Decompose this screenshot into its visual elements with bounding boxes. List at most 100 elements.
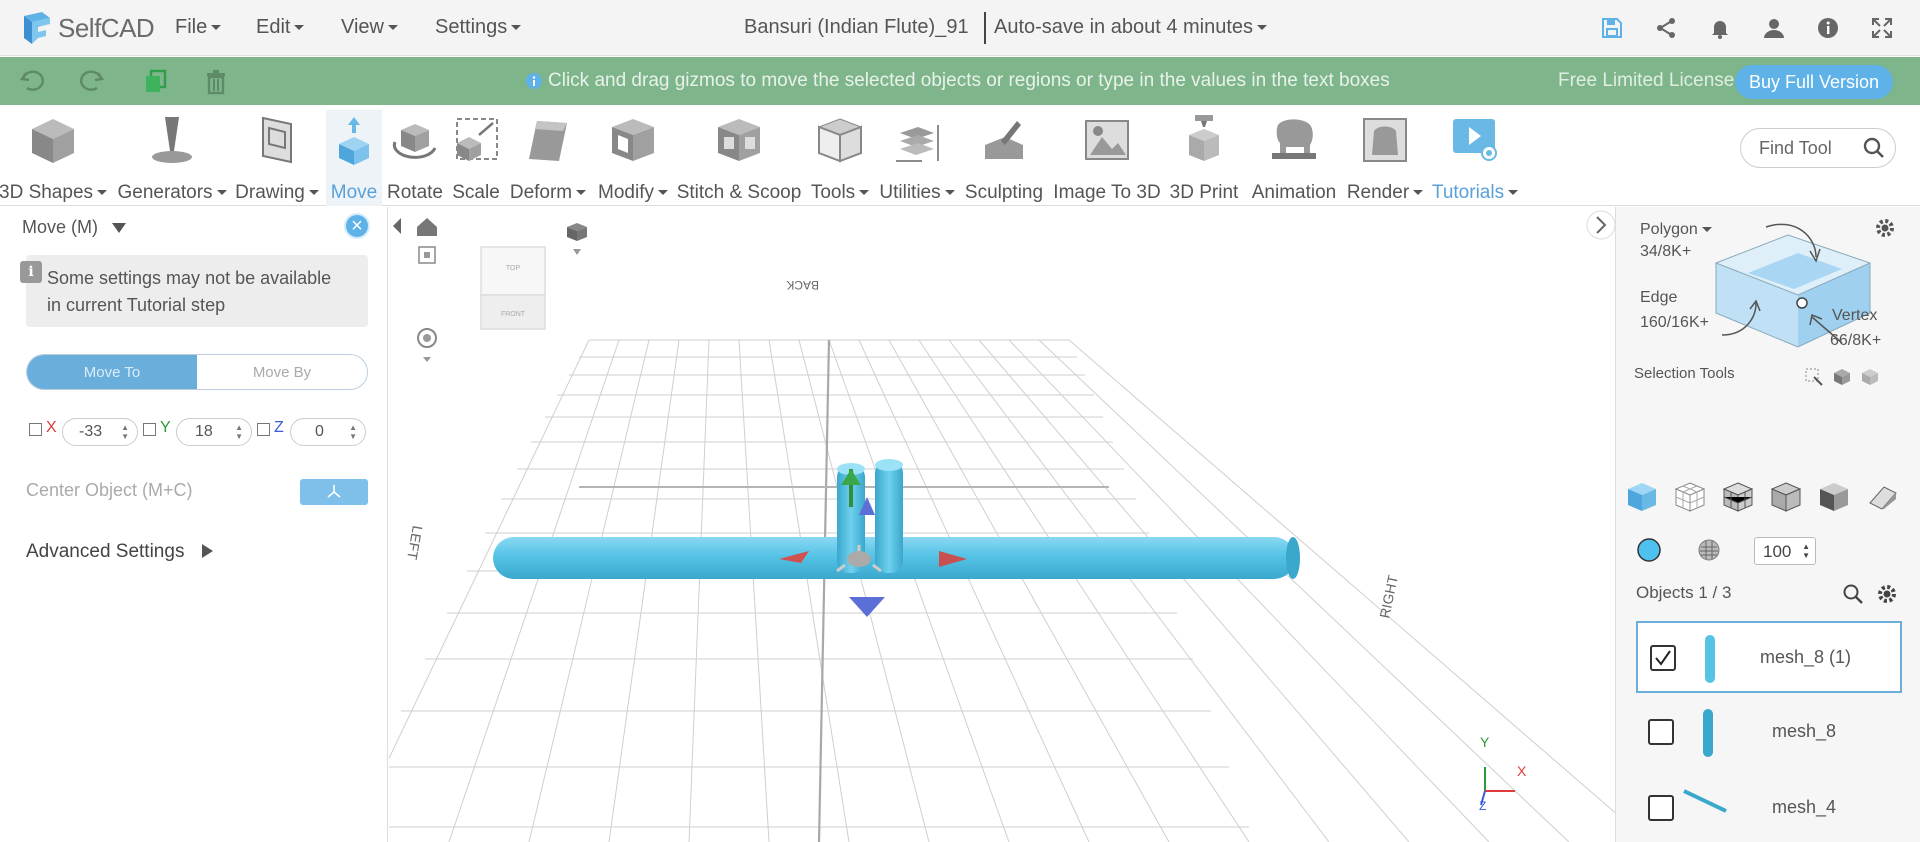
material-texture-icon[interactable] — [1696, 537, 1722, 563]
collapse-left-panel-icon[interactable] — [393, 218, 401, 234]
scene-canvas[interactable]: BACK LEFT RIGHT TOP FRONT Y X Z — [389, 207, 1615, 842]
x-field[interactable]: -33 ▲ ▼ — [62, 418, 138, 446]
share-icon[interactable] — [1652, 14, 1680, 42]
opacity-field[interactable]: 100 ▲ ▼ — [1754, 537, 1816, 565]
panel-title: Move (M) — [22, 217, 98, 237]
objects-settings-gear-icon[interactable] — [1876, 583, 1898, 605]
buy-full-version-button[interactable]: Buy Full Version — [1735, 65, 1893, 99]
collapse-right-panel-button[interactable] — [1586, 210, 1615, 240]
menu-settings[interactable]: Settings — [435, 16, 521, 39]
app-logo[interactable]: SelfCAD — [20, 8, 155, 48]
tool-drawing[interactable]: Drawing — [234, 110, 320, 206]
camera-target-icon[interactable] — [417, 328, 437, 362]
axis-label-y: Y — [1480, 734, 1490, 750]
flute-mesh[interactable] — [493, 459, 1300, 579]
home-view-icon[interactable] — [417, 218, 437, 236]
tool-utilities[interactable]: Utilities — [876, 110, 958, 206]
tool-rotate[interactable]: Rotate — [384, 110, 446, 206]
info-icon[interactable] — [1814, 14, 1842, 42]
object-select-icon[interactable] — [1860, 367, 1880, 387]
box-select-icon[interactable] — [1804, 367, 1824, 387]
3d-viewport[interactable]: BACK LEFT RIGHT TOP FRONT Y X Z — [389, 207, 1615, 842]
select-vertex-icon[interactable] — [1768, 479, 1804, 515]
search-objects-icon[interactable] — [1842, 583, 1864, 605]
tool-move[interactable]: Move — [326, 110, 382, 206]
select-polygon-grid-icon[interactable] — [1672, 479, 1708, 515]
document-title[interactable]: Bansuri (Indian Flute)_91 — [744, 16, 969, 39]
stitch-scoop-icon — [711, 110, 767, 170]
tool-3d-print[interactable]: 3D Print — [1168, 110, 1240, 206]
z-lock-checkbox[interactable] — [257, 423, 270, 436]
center-object-button[interactable] — [300, 479, 368, 505]
redo-icon[interactable] — [78, 67, 106, 95]
select-edge-grid-icon[interactable] — [1720, 479, 1756, 515]
tool-label: Deform — [510, 182, 586, 204]
x-lock-checkbox[interactable] — [29, 423, 42, 436]
object-checkbox[interactable] — [1648, 795, 1674, 821]
user-account-icon[interactable] — [1760, 14, 1788, 42]
vertex-label[interactable]: Vertex — [1832, 307, 1877, 325]
object-checkbox[interactable] — [1648, 719, 1674, 745]
object-list-item[interactable]: mesh_4 — [1636, 773, 1902, 842]
z-label: Z — [274, 419, 284, 436]
color-swatch-icon[interactable] — [1636, 537, 1662, 563]
object-list-item[interactable]: mesh_8 (1) — [1636, 621, 1902, 693]
tool-label: Stitch & Scoop — [676, 182, 802, 203]
axis-label-z: Z — [1479, 799, 1486, 813]
notifications-bell-icon[interactable] — [1706, 14, 1734, 42]
scale-icon — [448, 110, 504, 170]
undo-icon[interactable] — [18, 67, 46, 95]
save-icon[interactable] — [1598, 14, 1626, 42]
tool-animation[interactable]: Animation — [1246, 110, 1342, 206]
autosave-status[interactable]: Auto-save in about 4 minutes — [994, 16, 1267, 39]
license-label: Free Limited License — [1558, 70, 1735, 91]
find-tool-search[interactable]: Find Tool — [1740, 128, 1896, 168]
menu-edit[interactable]: Edit — [256, 16, 304, 39]
object-thumbnail — [1683, 789, 1727, 813]
tool-3d-shapes[interactable]: 3D Shapes — [0, 110, 106, 206]
tool-label: Animation — [1251, 182, 1337, 203]
y-lock-checkbox[interactable] — [143, 423, 156, 436]
tool-stitch-scoop[interactable]: Stitch & Scoop — [676, 110, 802, 206]
select-object-mode-icon[interactable] — [1624, 479, 1660, 515]
expand-arrow-icon[interactable] — [202, 544, 213, 558]
y-spinner-icon[interactable]: ▲ ▼ — [235, 423, 243, 441]
view-cube-toggle-icon[interactable] — [418, 246, 436, 264]
tool-deform[interactable]: Deform — [508, 110, 588, 206]
tool-scale[interactable]: Scale — [448, 110, 504, 206]
tool-tutorials[interactable]: Tutorials — [1430, 110, 1520, 206]
search-icon[interactable] — [1863, 137, 1885, 159]
edge-label[interactable]: Edge — [1640, 289, 1677, 307]
advanced-settings-toggle[interactable]: Advanced Settings — [26, 541, 184, 563]
tool-label: Move — [330, 182, 378, 203]
move-to-tab[interactable]: Move To — [27, 355, 197, 389]
tool-generators[interactable]: Generators — [116, 110, 228, 206]
navigation-view-cube[interactable]: TOP FRONT — [480, 246, 546, 330]
menu-file[interactable]: File — [175, 16, 221, 39]
fullscreen-icon[interactable] — [1868, 14, 1896, 42]
object-checkbox[interactable] — [1650, 645, 1676, 671]
z-field[interactable]: 0 ▲ ▼ — [290, 418, 366, 446]
move-by-tab[interactable]: Move By — [197, 355, 367, 389]
cube-select-icon[interactable] — [1832, 367, 1852, 387]
object-list-item[interactable]: mesh_8 — [1636, 697, 1902, 769]
select-face-icon[interactable] — [1816, 479, 1852, 515]
top-bar: SelfCAD File Edit View Settings Bansuri … — [0, 0, 1920, 56]
opacity-spinner-icon[interactable]: ▲ ▼ — [1802, 542, 1810, 560]
close-icon[interactable]: × — [344, 213, 370, 239]
copy-icon[interactable] — [142, 67, 170, 95]
tool-sculpting[interactable]: Sculpting — [962, 110, 1046, 206]
z-spinner-icon[interactable]: ▲ ▼ — [349, 423, 357, 441]
delete-trash-icon[interactable] — [202, 67, 230, 95]
menu-view[interactable]: View — [341, 16, 398, 39]
perspective-toggle-icon[interactable] — [567, 223, 587, 255]
panel-dropdown-toggle-icon[interactable] — [112, 223, 126, 233]
y-field[interactable]: 18 ▲ ▼ — [176, 418, 252, 446]
rotate-icon — [387, 110, 443, 170]
tool-modify[interactable]: Modify — [596, 110, 670, 206]
tool-tools[interactable]: Tools — [808, 110, 872, 206]
x-spinner-icon[interactable]: ▲ ▼ — [121, 423, 129, 441]
select-plane-icon[interactable] — [1864, 479, 1900, 515]
tool-render[interactable]: Render — [1346, 110, 1424, 206]
tool-image-to-3d[interactable]: Image To 3D — [1050, 110, 1164, 206]
